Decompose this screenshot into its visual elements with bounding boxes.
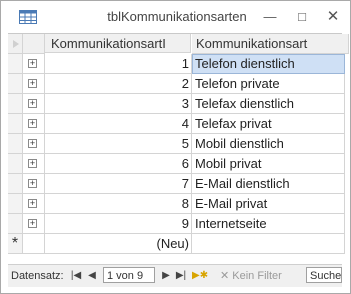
- last-record-icon[interactable]: ▶|: [175, 269, 187, 283]
- art-cell[interactable]: Telefon dienstlich: [192, 54, 345, 74]
- expand-cell[interactable]: +: [23, 174, 45, 194]
- record-selector[interactable]: [8, 54, 23, 74]
- id-cell[interactable]: 6: [45, 154, 192, 174]
- expand-cell[interactable]: +: [23, 194, 45, 214]
- plus-box-icon[interactable]: +: [28, 99, 37, 108]
- id-value: 4: [181, 116, 189, 131]
- expand-cell[interactable]: +: [23, 214, 45, 234]
- record-selector[interactable]: [8, 134, 23, 154]
- filter-label: Kein Filter: [232, 270, 282, 282]
- datasheet-grid: KommunikationsartI Kommunikationsart +1 T…: [8, 33, 349, 258]
- art-cell[interactable]: Mobil privat: [192, 154, 345, 174]
- expand-cell[interactable]: +: [23, 114, 45, 134]
- record-selector[interactable]: [8, 94, 23, 114]
- plus-box-icon[interactable]: +: [28, 179, 37, 188]
- expand-cell[interactable]: +: [23, 94, 45, 114]
- id-value: 5: [181, 136, 189, 151]
- filter-icon: ✕: [220, 270, 230, 282]
- record-selector[interactable]: [8, 194, 23, 214]
- id-value: 9: [181, 216, 189, 231]
- record-label: Datensatz:: [11, 270, 64, 282]
- table-row[interactable]: +3 Telefax dienstlich: [8, 94, 345, 114]
- table-row[interactable]: +2 Telefon private: [8, 74, 345, 94]
- new-record-id-cell[interactable]: (Neu): [45, 234, 192, 254]
- search-input[interactable]: Suchen: [306, 267, 342, 283]
- id-cell[interactable]: 4: [45, 114, 192, 134]
- table-row[interactable]: +1 Telefon dienstlich: [8, 54, 345, 74]
- record-selector[interactable]: [8, 214, 23, 234]
- plus-box-icon[interactable]: +: [28, 219, 37, 228]
- expand-cell[interactable]: +: [23, 54, 45, 74]
- id-cell[interactable]: 1: [45, 54, 192, 74]
- table-row[interactable]: +4 Telefax privat: [8, 114, 345, 134]
- plus-box-icon[interactable]: +: [28, 199, 37, 208]
- new-record-icon[interactable]: ▶✱: [192, 269, 208, 283]
- first-record-icon[interactable]: |◀: [70, 269, 82, 283]
- corner-triangle-icon: [13, 40, 19, 48]
- header-row: KommunikationsartI Kommunikationsart: [8, 34, 349, 54]
- select-all-corner[interactable]: [8, 34, 23, 54]
- expand-cell[interactable]: +: [23, 74, 45, 94]
- art-cell[interactable]: Telefon private: [192, 74, 345, 94]
- new-record-row[interactable]: * (Neu): [8, 234, 345, 254]
- minimize-button[interactable]: —: [258, 7, 282, 27]
- id-cell[interactable]: 8: [45, 194, 192, 214]
- record-selector[interactable]: [8, 154, 23, 174]
- table-row[interactable]: +8 E-Mail privat: [8, 194, 345, 214]
- new-record-label: (Neu): [156, 236, 189, 251]
- expander-header: [23, 34, 45, 54]
- id-value: 6: [181, 156, 189, 171]
- plus-box-icon[interactable]: +: [28, 119, 37, 128]
- id-value: 2: [181, 76, 189, 91]
- table-row[interactable]: +6 Mobil privat: [8, 154, 345, 174]
- art-cell[interactable]: Telefax privat: [192, 114, 345, 134]
- record-selector[interactable]: [8, 174, 23, 194]
- plus-box-icon[interactable]: +: [28, 159, 37, 168]
- filter-status[interactable]: ✕ Kein Filter: [220, 269, 282, 282]
- new-record-marker: *: [8, 234, 23, 254]
- table-row[interactable]: +5 Mobil dienstlich: [8, 134, 345, 154]
- id-cell[interactable]: 5: [45, 134, 192, 154]
- expand-cell[interactable]: +: [23, 154, 45, 174]
- column-header-id[interactable]: KommunikationsartI: [45, 34, 191, 53]
- art-cell[interactable]: Mobil dienstlich: [192, 134, 345, 154]
- id-cell[interactable]: 9: [45, 214, 192, 234]
- next-record-icon[interactable]: ▶: [160, 269, 172, 283]
- art-cell[interactable]: Telefax dienstlich: [192, 94, 345, 114]
- table-icon: [19, 10, 37, 24]
- art-cell[interactable]: E-Mail privat: [192, 194, 345, 214]
- id-value: 7: [181, 176, 189, 191]
- table-row[interactable]: +9 Internetseite: [8, 214, 345, 234]
- id-value: 8: [181, 196, 189, 211]
- new-record-expander: [23, 234, 45, 254]
- title-bar: tblKommunikationsarten — □ ✕: [1, 1, 350, 33]
- id-cell[interactable]: 2: [45, 74, 192, 94]
- window-title: tblKommunikationsarten: [107, 9, 247, 24]
- plus-box-icon[interactable]: +: [28, 79, 37, 88]
- id-cell[interactable]: 3: [45, 94, 192, 114]
- close-button[interactable]: ✕: [321, 7, 345, 27]
- plus-box-icon[interactable]: +: [28, 139, 37, 148]
- table-row[interactable]: +7 E-Mail dienstlich: [8, 174, 345, 194]
- id-value: 3: [181, 96, 189, 111]
- current-record-field[interactable]: 1 von 9: [103, 267, 155, 283]
- plus-box-icon[interactable]: +: [28, 59, 37, 68]
- id-cell[interactable]: 7: [45, 174, 192, 194]
- previous-record-icon[interactable]: ◀: [86, 269, 98, 283]
- record-selector[interactable]: [8, 114, 23, 134]
- maximize-button[interactable]: □: [290, 7, 314, 27]
- id-value: 1: [181, 56, 189, 71]
- datasheet-window: tblKommunikationsarten — □ ✕ Kommunikati…: [0, 0, 351, 294]
- art-cell[interactable]: Internetseite: [192, 214, 345, 234]
- expand-cell[interactable]: +: [23, 134, 45, 154]
- record-selector[interactable]: [8, 74, 23, 94]
- art-cell[interactable]: E-Mail dienstlich: [192, 174, 345, 194]
- column-header-art[interactable]: Kommunikationsart: [192, 34, 349, 54]
- new-record-art-cell[interactable]: [192, 234, 345, 254]
- record-navigation-bar: Datensatz: |◀ ◀ 1 von 9 ▶ ▶| ▶✱ ✕ Kein F…: [8, 264, 342, 287]
